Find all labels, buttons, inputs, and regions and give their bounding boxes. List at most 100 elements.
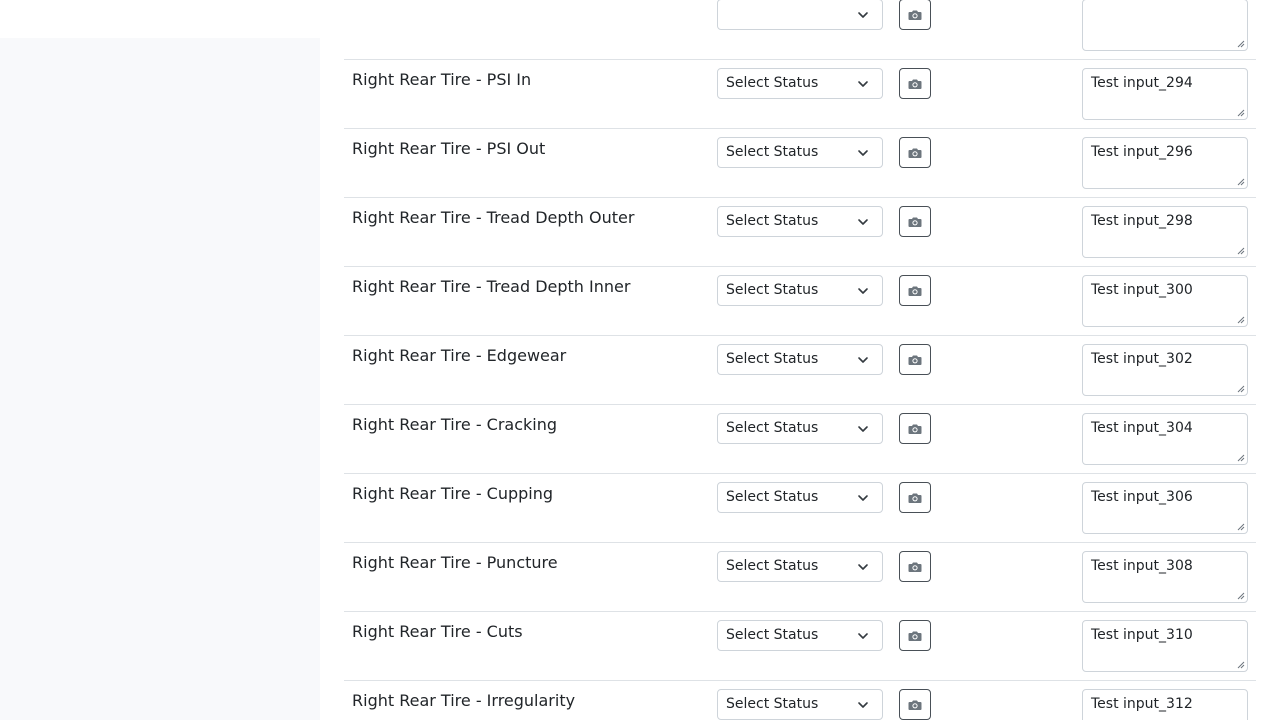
resize-grip-icon[interactable] [1237, 592, 1245, 600]
inspection-item-label: Right Rear Tire - Tread Depth Inner [352, 277, 631, 296]
camera-icon [908, 10, 922, 20]
status-select[interactable]: Select Status [717, 206, 883, 237]
camera-icon [908, 562, 922, 572]
camera-icon [908, 700, 922, 710]
notes-textarea[interactable]: Test input_300 [1082, 275, 1248, 327]
inspection-item-label: Right Rear Tire - Cracking [352, 415, 558, 434]
status-select-value: Select Status [726, 213, 819, 229]
status-select-value: Select Status [726, 351, 819, 367]
inspection-item-label: Right Rear Tire - Tread Depth Outer [352, 208, 635, 227]
camera-button[interactable] [899, 206, 931, 237]
notes-textarea[interactable]: Test input_310 [1082, 620, 1248, 672]
inspection-row: Right Rear Tire - Cuts Select Status Tes… [344, 612, 1256, 681]
sidebar [0, 38, 320, 720]
notes-textarea[interactable]: Test input_304 [1082, 413, 1248, 465]
camera-button[interactable] [899, 137, 931, 168]
chevron-down-icon [858, 702, 868, 708]
chevron-down-icon [858, 288, 868, 294]
status-select[interactable]: Select Status [717, 413, 883, 444]
notes-textarea[interactable]: Test input_302 [1082, 344, 1248, 396]
notes-text: Test input_294 [1091, 75, 1193, 91]
camera-icon [908, 286, 922, 296]
camera-button[interactable] [899, 344, 931, 375]
status-select-value: Select Status [726, 558, 819, 574]
inspection-row [344, 0, 1256, 60]
camera-button[interactable] [899, 68, 931, 99]
notes-textarea[interactable]: Test input_306 [1082, 482, 1248, 534]
inspection-row: Right Rear Tire - Cracking Select Status… [344, 405, 1256, 474]
notes-textarea[interactable]: Test input_298 [1082, 206, 1248, 258]
inspection-item-label: Right Rear Tire - Puncture [352, 553, 558, 572]
status-select[interactable] [717, 0, 883, 30]
camera-button[interactable] [899, 689, 931, 720]
inspection-row: Right Rear Tire - Tread Depth Outer Sele… [344, 198, 1256, 267]
camera-icon [908, 217, 922, 227]
resize-grip-icon[interactable] [1237, 40, 1245, 48]
resize-grip-icon[interactable] [1237, 385, 1245, 393]
status-select[interactable]: Select Status [717, 68, 883, 99]
status-select-value: Select Status [726, 420, 819, 436]
notes-textarea[interactable]: Test input_296 [1082, 137, 1248, 189]
inspection-list: Right Rear Tire - PSI In Select Status T… [344, 0, 1256, 720]
inspection-row: Right Rear Tire - Irregularity Select St… [344, 681, 1256, 720]
status-select-value: Select Status [726, 489, 819, 505]
chevron-down-icon [858, 495, 868, 501]
chevron-down-icon [858, 219, 868, 225]
camera-icon [908, 355, 922, 365]
notes-text: Test input_300 [1091, 282, 1193, 298]
notes-text: Test input_296 [1091, 144, 1193, 160]
inspection-item-label: Right Rear Tire - Cupping [352, 484, 554, 503]
inspection-item-label: Right Rear Tire - Edgewear [352, 346, 567, 365]
resize-grip-icon[interactable] [1237, 454, 1245, 462]
notes-textarea[interactable]: Test input_308 [1082, 551, 1248, 603]
resize-grip-icon[interactable] [1237, 316, 1245, 324]
status-select-value: Select Status [726, 282, 819, 298]
inspection-row: Right Rear Tire - Tread Depth Inner Sele… [344, 267, 1256, 336]
status-select[interactable]: Select Status [717, 551, 883, 582]
notes-text: Test input_298 [1091, 213, 1193, 229]
notes-textarea[interactable]: Test input_294 [1082, 68, 1248, 120]
inspection-row: Right Rear Tire - Cupping Select Status … [344, 474, 1256, 543]
camera-button[interactable] [899, 620, 931, 651]
notes-text: Test input_312 [1091, 696, 1193, 712]
status-select[interactable]: Select Status [717, 137, 883, 168]
notes-text: Test input_310 [1091, 627, 1193, 643]
camera-icon [908, 493, 922, 503]
inspection-row: Right Rear Tire - PSI Out Select Status … [344, 129, 1256, 198]
resize-grip-icon[interactable] [1237, 247, 1245, 255]
status-select-value: Select Status [726, 144, 819, 160]
status-select[interactable]: Select Status [717, 344, 883, 375]
chevron-down-icon [858, 12, 868, 18]
status-select-value: Select Status [726, 627, 819, 643]
chevron-down-icon [858, 426, 868, 432]
camera-button[interactable] [899, 275, 931, 306]
inspection-item-label: Right Rear Tire - PSI In [352, 70, 532, 89]
camera-icon [908, 79, 922, 89]
status-select[interactable]: Select Status [717, 620, 883, 651]
camera-button[interactable] [899, 482, 931, 513]
notes-text: Test input_308 [1091, 558, 1193, 574]
inspection-row: Right Rear Tire - PSI In Select Status T… [344, 60, 1256, 129]
chevron-down-icon [858, 81, 868, 87]
inspection-row: Right Rear Tire - Edgewear Select Status… [344, 336, 1256, 405]
inspection-item-label: Right Rear Tire - PSI Out [352, 139, 546, 158]
status-select[interactable]: Select Status [717, 482, 883, 513]
status-select[interactable]: Select Status [717, 689, 883, 720]
resize-grip-icon[interactable] [1237, 109, 1245, 117]
resize-grip-icon[interactable] [1237, 523, 1245, 531]
status-select-value: Select Status [726, 696, 819, 712]
notes-text: Test input_302 [1091, 351, 1193, 367]
inspection-row: Right Rear Tire - Puncture Select Status… [344, 543, 1256, 612]
camera-button[interactable] [899, 413, 931, 444]
camera-icon [908, 631, 922, 641]
camera-button[interactable] [899, 0, 931, 30]
resize-grip-icon[interactable] [1237, 661, 1245, 669]
inspection-item-label: Right Rear Tire - Irregularity [352, 691, 576, 710]
notes-textarea[interactable]: Test input_312 [1082, 689, 1248, 720]
camera-button[interactable] [899, 551, 931, 582]
status-select-value: Select Status [726, 75, 819, 91]
status-select[interactable]: Select Status [717, 275, 883, 306]
notes-textarea[interactable] [1082, 0, 1248, 51]
resize-grip-icon[interactable] [1237, 178, 1245, 186]
chevron-down-icon [858, 150, 868, 156]
